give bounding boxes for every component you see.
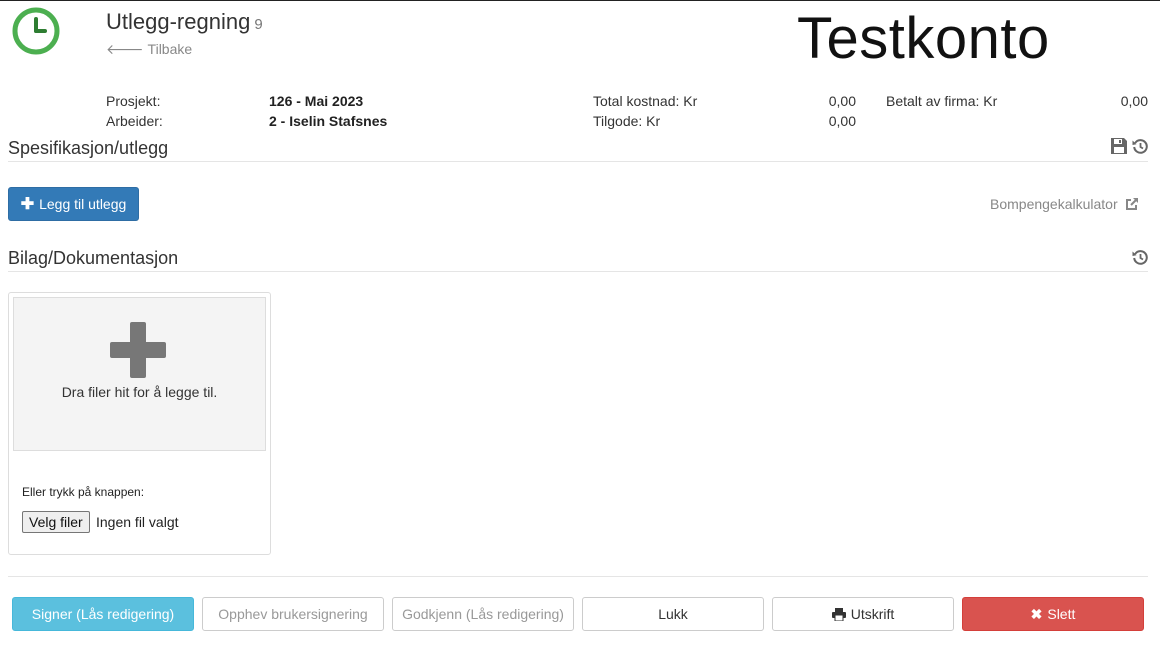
toll-calculator-label: Bompengekalkulator [990, 196, 1118, 212]
history-icon[interactable] [1132, 138, 1149, 155]
worker-value: 2 - Iselin Stafsnes [269, 113, 388, 129]
upload-card: Dra filer hit for å legge til. Eller try… [8, 292, 271, 555]
record-count: 9 [254, 16, 263, 33]
choose-files-button[interactable]: Velg filer [22, 511, 90, 533]
add-expense-label: Legg til utlegg [39, 196, 127, 212]
plus-icon: ✚ [20, 196, 35, 213]
toll-calculator-link[interactable]: Bompengekalkulator [990, 196, 1139, 212]
project-value: 126 - Mai 2023 [269, 93, 364, 109]
back-link[interactable]: 🡐 Tilbake [106, 41, 192, 58]
page-title: Utlegg-regning 9 [106, 9, 263, 35]
print-icon [831, 607, 846, 621]
sign-button[interactable]: Signer (Lås redigering) [12, 597, 194, 631]
close-button[interactable]: Lukk [582, 597, 764, 631]
divider [8, 576, 1148, 577]
dropzone-text: Dra filer hit for å legge til. [61, 384, 218, 400]
worker-label: Arbeider: [106, 113, 163, 129]
file-dropzone[interactable]: Dra filer hit for å legge til. [13, 297, 266, 451]
save-icon[interactable] [1110, 137, 1128, 155]
total-cost-label: Total kostnad: Kr [593, 93, 698, 109]
revoke-signature-button[interactable]: Opphev brukersignering [202, 597, 384, 631]
approve-button[interactable]: Godkjenn (Lås redigering) [392, 597, 574, 631]
close-button-label: Lukk [658, 606, 688, 622]
print-button[interactable]: Utskrift [772, 597, 954, 631]
delete-button-label: Slett [1047, 606, 1076, 622]
page-title-text: Utlegg-regning [106, 9, 251, 34]
divider [8, 161, 1148, 162]
attachments-section-title: Bilag/Dokumentasjon [8, 248, 179, 268]
total-cost-value: 0,00 [828, 93, 856, 109]
times-icon: ✖ [1030, 605, 1043, 622]
credit-label: Tilgode: Kr [593, 113, 661, 129]
delete-button[interactable]: ✖ Slett [962, 597, 1144, 631]
approve-button-label: Godkjenn (Lås redigering) [402, 606, 564, 622]
revoke-signature-label: Opphev brukersignering [218, 606, 368, 622]
paid-by-company-label: Betalt av firma: Kr [886, 93, 998, 109]
back-link-label: Tilbake [147, 41, 193, 57]
clock-icon [12, 7, 60, 55]
plus-icon [110, 322, 166, 378]
or-click-text: Eller trykk på knappen: [22, 485, 145, 499]
print-button-label: Utskrift [850, 606, 895, 622]
divider [8, 271, 1148, 272]
no-file-text: Ingen fil valgt [96, 514, 179, 530]
add-expense-button[interactable]: ✚ Legg til utlegg [8, 187, 139, 221]
paid-by-company-value: 0,00 [1120, 93, 1148, 109]
test-account-watermark: Testkonto [797, 6, 1050, 71]
project-label: Prosjekt: [106, 93, 161, 109]
history-icon[interactable] [1132, 249, 1149, 266]
sign-button-label: Signer (Lås redigering) [31, 606, 175, 622]
spec-section-title: Spesifikasjon/utlegg [8, 138, 169, 158]
arrow-left-icon: 🡐 [106, 41, 144, 57]
external-link-icon [1125, 197, 1139, 211]
credit-value: 0,00 [828, 113, 856, 129]
